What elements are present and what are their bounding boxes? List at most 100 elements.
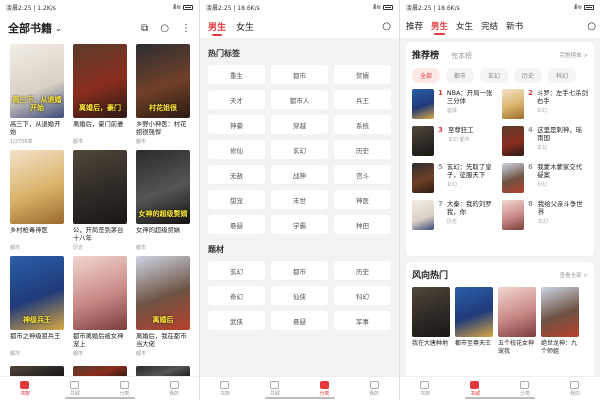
search-icon[interactable]: ○ bbox=[160, 23, 169, 34]
tag-item[interactable]: 宫斗 bbox=[334, 165, 391, 184]
bookshelf-filter[interactable]: 全部书籍 ⌄ bbox=[8, 20, 62, 36]
theme-item[interactable]: 军事 bbox=[334, 311, 391, 330]
book-item[interactable]: 乡村枪毒神医 都市 bbox=[10, 150, 64, 256]
tag-item[interactable]: 悬疑 bbox=[208, 215, 265, 234]
tag-item[interactable]: 修仙 bbox=[208, 140, 265, 159]
more-icon[interactable]: ⋮ bbox=[181, 23, 191, 34]
tag-item[interactable]: 重生 bbox=[208, 65, 265, 84]
tag-item[interactable]: 战神 bbox=[271, 165, 328, 184]
tag-item[interactable]: 赘婿 bbox=[334, 65, 391, 84]
nav-store[interactable]: 书城 bbox=[70, 380, 80, 397]
theme-item[interactable]: 悬疑 bbox=[271, 311, 328, 330]
theme-item[interactable]: 武侠 bbox=[208, 311, 265, 330]
rank-more-link[interactable]: 完整榜单 > bbox=[560, 51, 588, 59]
rank-item[interactable]: 1 NBA：开局一张三分体 篮球 bbox=[412, 89, 498, 120]
battery-icon bbox=[383, 4, 393, 10]
tag-item[interactable]: 末世 bbox=[271, 190, 328, 209]
tab-male[interactable]: 男生 bbox=[431, 20, 448, 35]
book-item[interactable]: 都市离婚后被女神宠上 都市 bbox=[73, 256, 127, 362]
rank-item[interactable]: 3 至尊狂工 玄幻·都市 bbox=[412, 126, 498, 157]
tag-item[interactable]: 都市人 bbox=[271, 90, 328, 109]
book-cover bbox=[502, 163, 524, 193]
chip-item[interactable]: 玄幻 bbox=[480, 68, 509, 83]
category-screen: 凌晨2:25 | 18.6K/s ıll ≋ 男生 女生 ○ 热门标签 重生 都… bbox=[200, 0, 400, 400]
signal-icon: ıll ≋ bbox=[574, 3, 582, 11]
tag-item[interactable]: 无敌 bbox=[208, 165, 265, 184]
book-item[interactable]: 高三下，从退婚开始 高三下，从退婚开始 1/2706章 bbox=[10, 44, 64, 150]
chip-item[interactable]: 都市 bbox=[446, 68, 475, 83]
nav-shelf[interactable]: 书架 bbox=[20, 380, 30, 397]
chip-item[interactable]: 科幻 bbox=[548, 68, 577, 83]
nav-category[interactable]: 分类 bbox=[119, 380, 129, 397]
trending-title: 风向热门 bbox=[412, 271, 449, 281]
book-item[interactable]: 村花姐很 乡野小神医：村花姐很强悍 都市 bbox=[136, 44, 190, 150]
tag-item[interactable]: 学霸 bbox=[271, 215, 328, 234]
trending-item[interactable]: 都市至尊天王 bbox=[455, 287, 493, 355]
book-item[interactable]: 公，开局签到茅台十八年 历史 bbox=[73, 150, 127, 256]
theme-item[interactable]: 仙侠 bbox=[271, 286, 328, 305]
tab-female[interactable]: 女生 bbox=[456, 20, 473, 32]
theme-item[interactable]: 科幻 bbox=[334, 286, 391, 305]
store-icon bbox=[270, 380, 280, 389]
trending-item[interactable]: 我在大唐种地 bbox=[412, 287, 450, 355]
tag-item[interactable]: 玄幻 bbox=[271, 140, 328, 159]
book-item[interactable]: 离婚后 离婚后，我在都市当大佬 都市 bbox=[136, 256, 190, 362]
home-indicator bbox=[65, 397, 135, 399]
tab-finished[interactable]: 完结 bbox=[481, 20, 498, 32]
tag-item[interactable]: 系统 bbox=[334, 115, 391, 134]
nav-store[interactable]: 书城 bbox=[270, 380, 280, 397]
tag-item[interactable]: 甜宠 bbox=[208, 190, 265, 209]
nav-category[interactable]: 分类 bbox=[319, 380, 329, 397]
nav-mine[interactable]: 我的 bbox=[369, 380, 379, 397]
nav-shelf[interactable]: 书架 bbox=[220, 380, 230, 397]
tab-female[interactable]: 女生 bbox=[236, 20, 254, 33]
rank-item[interactable]: 8 我给父亲斗争世界 玄幻 bbox=[502, 200, 588, 231]
rank-filter-chips: 全部 都市 玄幻 历史 科幻 bbox=[412, 68, 588, 83]
book-item[interactable]: 神级兵王 都市之神级狙兵王 都市 bbox=[10, 256, 64, 362]
tag-item[interactable]: 兵王 bbox=[334, 90, 391, 109]
tab-new[interactable]: 新书 bbox=[506, 20, 523, 32]
rank-item[interactable]: 6 我蒙木蒙家交代疑案 科幻 bbox=[502, 163, 588, 194]
theme-item[interactable]: 奇幻 bbox=[208, 286, 265, 305]
nav-mine[interactable]: 我的 bbox=[570, 380, 580, 397]
tag-item[interactable]: 历史 bbox=[334, 140, 391, 159]
book-item[interactable]: 离婚后，豪门 离婚后，豪门前妻 都市 bbox=[73, 44, 127, 150]
tab-recommend[interactable]: 推荐 bbox=[406, 20, 423, 32]
book-cover bbox=[412, 89, 434, 119]
rank-title[interactable]: 推荐榜 bbox=[412, 48, 439, 61]
category-icon bbox=[520, 380, 530, 389]
battery-icon bbox=[183, 4, 193, 10]
tab-male[interactable]: 男生 bbox=[208, 20, 226, 36]
tag-item[interactable]: 神豪 bbox=[208, 115, 265, 134]
nav-category[interactable]: 分类 bbox=[520, 380, 530, 397]
chip-item[interactable]: 历史 bbox=[514, 68, 543, 83]
nav-shelf[interactable]: 书架 bbox=[420, 380, 430, 397]
search-icon[interactable]: ○ bbox=[587, 21, 596, 32]
trending-item[interactable]: 绝世龙神：九个师姐 bbox=[541, 287, 579, 355]
discover-body: 推荐榜 完本榜 完整榜单 > 全部 都市 玄幻 历史 科幻 1 NBA：开局一张三… bbox=[400, 38, 600, 390]
rank-item[interactable]: 2 斗罗：左手七杀剑右手 玄幻 bbox=[502, 89, 588, 120]
category-icon bbox=[119, 380, 129, 389]
tag-item[interactable]: 神医 bbox=[334, 190, 391, 209]
tag-item[interactable]: 都市 bbox=[271, 65, 328, 84]
rank-item[interactable]: 4 这里是刺神，瑶雨国 玄幻 bbox=[502, 126, 588, 157]
theme-item[interactable]: 历史 bbox=[334, 261, 391, 280]
nav-store[interactable]: 书城 bbox=[470, 380, 480, 397]
book-cover: 离婚后 bbox=[136, 256, 190, 330]
search-icon[interactable]: ○ bbox=[382, 21, 391, 32]
nav-mine[interactable]: 我的 bbox=[169, 380, 179, 397]
book-item[interactable]: 女神的超级赘婿 女神的超级赘婿 都市 bbox=[136, 150, 190, 256]
tag-item[interactable]: 天才 bbox=[208, 90, 265, 109]
manage-icon[interactable]: ⧉ bbox=[141, 23, 148, 34]
trending-item[interactable]: 五个校花女神宠我 bbox=[498, 287, 536, 355]
rank-item[interactable]: 7 大秦：我的刘罗我，你 历史 bbox=[412, 200, 498, 231]
rank-subtitle[interactable]: 完本榜 bbox=[451, 51, 472, 61]
trending-more-link[interactable]: 查看全部 > bbox=[560, 271, 588, 279]
chip-all[interactable]: 全部 bbox=[412, 68, 441, 83]
tag-item[interactable]: 种田 bbox=[334, 215, 391, 234]
theme-item[interactable]: 玄幻 bbox=[208, 261, 265, 280]
tag-item[interactable]: 穿越 bbox=[271, 115, 328, 134]
rank-item[interactable]: 5 玄幻：先取了皇子，征服天下 玄幻 bbox=[412, 163, 498, 194]
theme-item[interactable]: 都市 bbox=[271, 261, 328, 280]
book-cover bbox=[502, 89, 524, 119]
